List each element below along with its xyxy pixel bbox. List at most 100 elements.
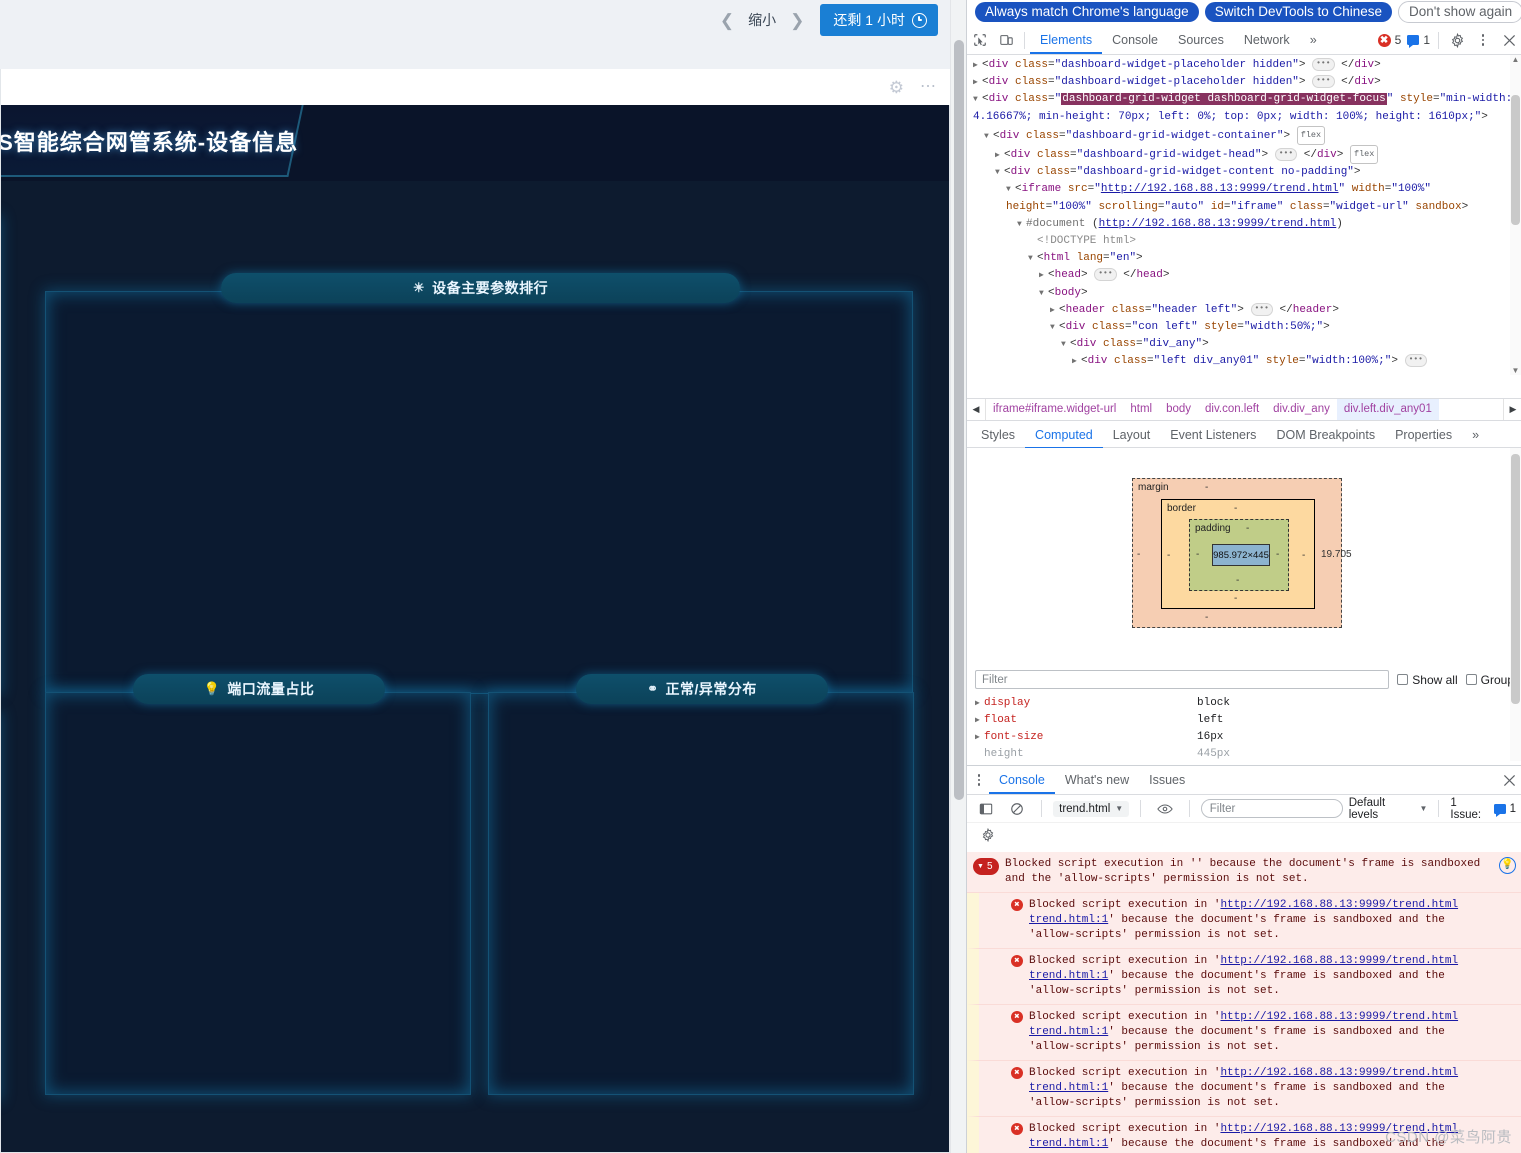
message-source-link[interactable]: trend.html:1 — [1029, 970, 1108, 982]
dom-tree-node[interactable]: ▼ <div class="con left" style="width:50%;… — [973, 319, 1521, 336]
group-checkbox[interactable]: Group — [1465, 673, 1514, 687]
console-filter-input[interactable]: Filter — [1200, 799, 1343, 818]
box-model-border-bottom[interactable]: - — [1234, 593, 1237, 604]
message-url-link[interactable]: http://192.168.88.13:9999/trend.html — [1220, 899, 1458, 911]
tab-properties[interactable]: Properties — [1385, 421, 1462, 449]
box-model-padding-box[interactable]: padding - - - - 985.972×445 — [1189, 519, 1289, 591]
box-model-padding-left[interactable]: - — [1196, 549, 1199, 560]
log-levels-selector[interactable]: Default levels ▼ — [1349, 797, 1428, 821]
dom-tree-node[interactable]: ▼ <iframe src="http://192.168.88.13:9999/… — [973, 181, 1521, 215]
disclosure-triangle-icon[interactable]: ▼ — [1050, 319, 1059, 336]
gear-icon[interactable] — [1444, 28, 1470, 52]
tab-overflow-chevron[interactable]: » — [1300, 26, 1327, 54]
always-match-language-button[interactable]: Always match Chrome's language — [975, 1, 1199, 22]
message-url-link[interactable]: http://192.168.88.13:9999/trend.html — [1220, 955, 1458, 967]
breadcrumb-item-html[interactable]: html — [1123, 399, 1159, 420]
box-model-padding-top[interactable]: - — [1246, 523, 1249, 534]
message-source-link[interactable]: trend.html:1 — [1029, 1138, 1108, 1150]
tab-sources[interactable]: Sources — [1168, 26, 1234, 54]
box-model-padding-right[interactable]: - — [1276, 549, 1279, 560]
computed-scrollbar-thumb[interactable] — [1511, 454, 1520, 704]
disclosure-triangle-icon[interactable]: ▼ — [1061, 336, 1070, 353]
computed-property-row[interactable]: ▶ display block — [975, 695, 1521, 712]
message-count-badge[interactable]: 1 — [1404, 33, 1433, 48]
tab-network[interactable]: Network — [1234, 26, 1300, 54]
drawer-tab-issues[interactable]: Issues — [1139, 766, 1195, 794]
issues-indicator[interactable]: 1 Issue: 1 — [1450, 797, 1516, 821]
chevron-left-icon[interactable]: ❮ — [710, 12, 744, 29]
message-count-pill[interactable]: ▼ 5 — [973, 858, 999, 875]
more-vertical-icon[interactable] — [969, 774, 989, 786]
error-count-badge[interactable]: ✖ 5 — [1375, 33, 1405, 47]
console-message[interactable]: ✖ Blocked script execution in 'http://192… — [967, 949, 1521, 1005]
gear-icon[interactable] — [975, 823, 1001, 847]
dom-tree-node[interactable]: ▶ <head> ••• </head> — [973, 267, 1521, 284]
box-model-margin-left[interactable]: - — [1137, 549, 1140, 560]
breadcrumb-next-icon[interactable]: ▶ — [1503, 399, 1521, 420]
dom-tree-node[interactable]: ▶ <div class="dashboard-grid-widget-head"… — [973, 145, 1521, 165]
console-message[interactable]: ✖ Blocked script execution in 'http://192… — [967, 1005, 1521, 1061]
inspect-cursor-icon[interactable] — [967, 28, 993, 52]
device-toolbar-icon[interactable] — [993, 28, 1019, 52]
dom-tree-node[interactable]: ▼ <div class="dashboard-grid-widget-conta… — [973, 125, 1521, 146]
console-message[interactable]: ✖ Blocked script execution in 'http://192… — [967, 893, 1521, 949]
disclosure-triangle-icon[interactable]: ▶ — [995, 147, 1004, 164]
disclosure-triangle-icon[interactable]: ▼ — [995, 164, 1004, 181]
close-icon[interactable] — [1496, 768, 1521, 792]
disclosure-triangle-icon[interactable]: ▼ — [1028, 250, 1037, 267]
console-message[interactable]: ▼ 5 Blocked script execution in '' because… — [967, 852, 1521, 893]
breadcrumb-item-div-left-div-any01[interactable]: div.left.div_any01 — [1336, 399, 1439, 420]
dom-tree-node[interactable]: ▼ #document (http://192.168.88.13:9999/tr… — [973, 216, 1521, 233]
disclosure-triangle-icon[interactable]: ▼ — [1039, 285, 1048, 302]
message-url-link[interactable]: http://192.168.88.13:9999/trend.html — [1220, 1067, 1458, 1079]
dom-tree-node[interactable]: ▼ <html lang="en"> — [973, 250, 1521, 267]
dom-tree-node[interactable]: ▼ <div class="div_any"> — [973, 336, 1521, 353]
console-message[interactable]: ✖ Blocked script execution in 'http://192… — [967, 1061, 1521, 1117]
breadcrumb-item-iframe[interactable]: iframe#iframe.widget-url — [986, 399, 1123, 420]
page-scrollbar[interactable] — [950, 0, 966, 1153]
page-scrollbar-thumb[interactable] — [954, 40, 964, 800]
close-icon[interactable] — [1496, 28, 1521, 52]
remaining-time-button[interactable]: 还剩 1 小时 — [820, 4, 938, 36]
dom-tree-node[interactable]: ▶ <div class="left div_any01" style="widt… — [973, 353, 1521, 370]
tab-computed[interactable]: Computed — [1025, 421, 1103, 449]
message-source-link[interactable]: trend.html:1 — [1029, 1026, 1108, 1038]
disclosure-triangle-icon[interactable]: ▶ — [1039, 267, 1048, 284]
disclosure-triangle-icon[interactable]: ▶ — [975, 729, 984, 746]
message-source-link[interactable]: trend.html:1 — [1029, 1082, 1108, 1094]
breadcrumb-item-div-div-any[interactable]: div.div_any — [1266, 399, 1337, 420]
dom-tree[interactable]: ▶ <div class="dashboard-widget-placeholde… — [967, 55, 1521, 375]
dom-tree-node[interactable]: ▶ <div class="dashboard-widget-placeholde… — [973, 74, 1521, 91]
disclosure-triangle-icon[interactable]: ▼ — [1006, 181, 1015, 198]
box-model-border-box[interactable]: border - - - - padding - - - - 985.972×4… — [1161, 499, 1315, 609]
drawer-tab-whats-new[interactable]: What's new — [1055, 766, 1139, 794]
console-message-list[interactable]: ▼ 5 Blocked script execution in '' because… — [967, 852, 1521, 1153]
eye-icon[interactable] — [1152, 797, 1178, 821]
computed-property-row[interactable]: ▶ float left — [975, 712, 1521, 729]
box-model-margin-bottom[interactable]: - — [1205, 612, 1208, 623]
disclosure-triangle-icon[interactable]: ▶ — [973, 74, 982, 91]
zoom-out-label[interactable]: 缩小 — [744, 10, 780, 30]
dom-tree-node[interactable]: ▶ <header class="header left"> ••• </head… — [973, 302, 1521, 319]
dom-tree-node[interactable]: ▼ <body> — [973, 285, 1521, 302]
console-sidebar-icon[interactable] — [973, 797, 999, 821]
show-all-checkbox[interactable]: Show all — [1397, 673, 1458, 687]
dont-show-again-button[interactable]: Don't show again — [1398, 0, 1521, 23]
message-source-link[interactable]: trend.html:1 — [1029, 914, 1108, 926]
box-model-border-left[interactable]: - — [1167, 550, 1170, 561]
computed-filter-input[interactable]: Filter — [975, 670, 1390, 689]
tab-event-listeners[interactable]: Event Listeners — [1160, 421, 1266, 449]
box-model-border-right[interactable]: - — [1302, 550, 1305, 561]
disclosure-triangle-icon[interactable]: ▶ — [975, 695, 984, 712]
tab-layout[interactable]: Layout — [1103, 421, 1161, 449]
disclosure-triangle-icon[interactable]: ▶ — [1072, 353, 1081, 370]
breadcrumb-item-body[interactable]: body — [1159, 399, 1198, 420]
disclosure-triangle-icon[interactable]: ▶ — [975, 712, 984, 729]
breadcrumb-prev-icon[interactable]: ◀ — [967, 399, 986, 420]
box-model-padding-bottom[interactable]: - — [1236, 575, 1239, 586]
tab-console[interactable]: Console — [1102, 26, 1168, 54]
tab-elements[interactable]: Elements — [1030, 26, 1102, 54]
box-model-border-top[interactable]: - — [1234, 503, 1237, 514]
execution-context-selector[interactable]: trend.html ▼ — [1053, 800, 1130, 817]
dom-tree-node[interactable]: ▼ <div class="dashboard-grid-widget-conte… — [973, 164, 1521, 181]
